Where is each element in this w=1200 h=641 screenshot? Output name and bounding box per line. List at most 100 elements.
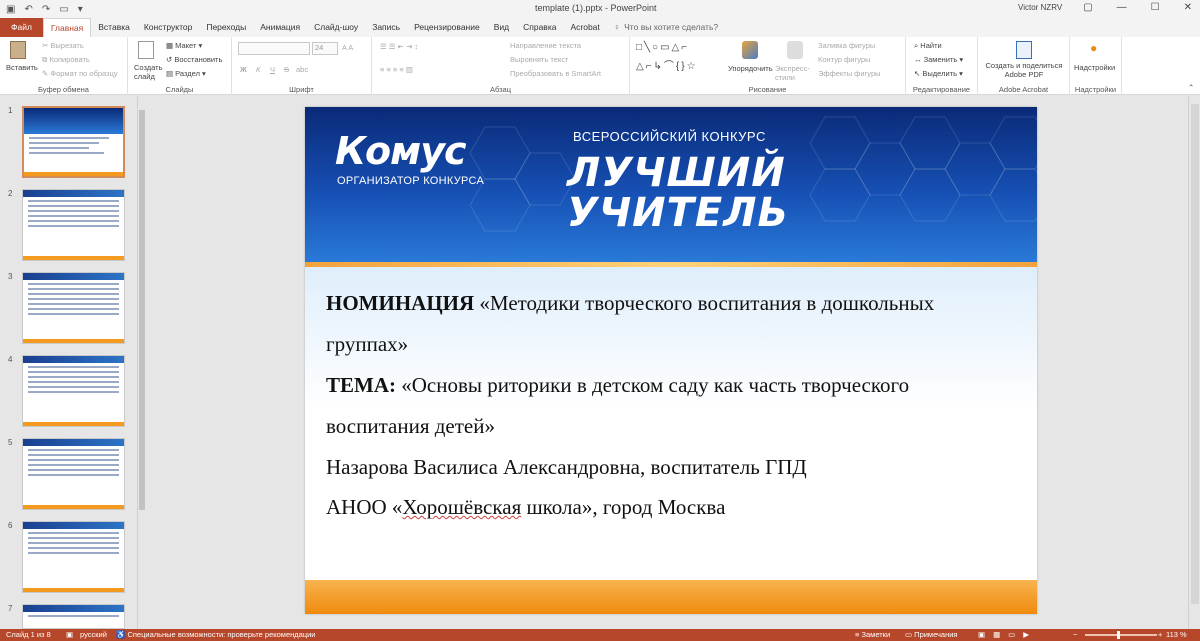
canvas-scrollbar[interactable] (1188, 96, 1200, 629)
italic-button[interactable]: К (256, 65, 260, 74)
shapes-gallery-row2[interactable]: △⌐↳⌒{}☆ (636, 57, 698, 72)
slide-thumbnail-7[interactable] (22, 604, 125, 629)
zoom-level[interactable]: 113 % (1166, 630, 1187, 639)
text-direction-button[interactable]: Направление текста (510, 41, 581, 50)
cut-button[interactable]: ✂ Вырезать (42, 41, 84, 50)
organization-line[interactable]: АНОО «Хорошёвская школа», город Москва (326, 495, 725, 520)
close-icon[interactable]: ✕ (1184, 2, 1192, 13)
grow-font-icon[interactable]: A A (342, 43, 353, 52)
arrange-button[interactable]: Упорядочить (728, 64, 773, 73)
shadow-button[interactable]: abc (296, 65, 308, 74)
tab-home[interactable]: Главная (42, 17, 92, 38)
thumbnail-number: 7 (8, 604, 13, 613)
bold-button[interactable]: Ж (240, 65, 247, 74)
shapes-gallery[interactable]: □╲○▭△⌐ (636, 42, 689, 53)
underline-button[interactable]: Ч (270, 65, 275, 74)
new-slide-icon[interactable] (138, 41, 154, 59)
arrange-icon[interactable] (742, 41, 758, 59)
slide-thumbnail-1[interactable] (22, 106, 125, 178)
create-pdf-button[interactable]: Создать и поделиться Adobe PDF (984, 61, 1064, 79)
quick-styles-icon[interactable] (787, 41, 803, 59)
minimize-icon[interactable]: — (1117, 2, 1127, 13)
zoom-out-icon[interactable]: − (1073, 630, 1077, 639)
slide-thumbnail-6[interactable] (22, 521, 125, 593)
slide-counter[interactable]: Слайд 1 из 8 (6, 630, 51, 639)
shape-outline-button[interactable]: Контур фигуры (818, 55, 870, 64)
tab-review[interactable]: Рецензирование (407, 18, 487, 37)
shape-effects-button[interactable]: Эффекты фигуры (818, 69, 881, 78)
nomination-line-2[interactable]: группах» (326, 332, 408, 357)
addins-icon[interactable]: ● (1090, 41, 1097, 55)
select-button[interactable]: ↖ Выделить ▾ (914, 69, 963, 78)
addins-button[interactable]: Надстройки (1074, 63, 1115, 72)
paste-button[interactable]: Вставить (6, 63, 38, 72)
comments-button[interactable]: ▭ Примечания (905, 630, 957, 639)
accessibility-status[interactable]: ♿ Специальные возможности: проверьте рек… (116, 630, 316, 639)
format-painter-button[interactable]: ✎ Формат по образцу (42, 69, 118, 78)
thumbnail-number: 3 (8, 272, 13, 281)
align-icons[interactable]: ≡ ≡ ≡ ≡ ▥ (380, 65, 413, 74)
tell-me-box[interactable]: ♀ Что вы хотите сделать? (607, 18, 725, 37)
font-name-combo[interactable] (238, 42, 310, 55)
topic-line-2[interactable]: воспитания детей» (326, 414, 495, 439)
slide-thumbnail-3[interactable] (22, 272, 125, 344)
font-size-combo[interactable]: 24 (312, 42, 338, 55)
language[interactable]: русский (80, 630, 107, 639)
zoom-in-icon[interactable]: + (1158, 630, 1162, 639)
quick-styles-button[interactable]: Экспресс-стили (775, 64, 815, 82)
redo-icon[interactable]: ↷ (42, 4, 50, 15)
tab-insert[interactable]: Вставка (91, 18, 137, 37)
contest-name-line-2: УЧИТЕЛЬ (567, 190, 789, 236)
customize-qat-icon[interactable]: ▾ (78, 4, 83, 15)
slide-thumbnail-4[interactable] (22, 355, 125, 427)
slide[interactable]: Комус ОРГАНИЗАТОР КОНКУРСА ВСЕРОССИЙСКИЙ… (305, 107, 1037, 614)
scrollbar-handle[interactable] (1191, 104, 1199, 604)
present-icon[interactable]: ▭ (59, 4, 68, 15)
thumbnails-scrollbar[interactable] (137, 96, 145, 629)
view-buttons[interactable]: ▣▦▭▶ (978, 630, 1037, 639)
tab-view[interactable]: Вид (487, 18, 516, 37)
undo-icon[interactable]: ↶ (24, 4, 32, 15)
reset-button[interactable]: ↺ Восстановить (166, 55, 222, 64)
tab-help[interactable]: Справка (516, 18, 563, 37)
find-button[interactable]: ⌕ Найти (914, 41, 942, 51)
tab-transitions[interactable]: Переходы (199, 18, 253, 37)
strike-button[interactable]: S (284, 65, 289, 74)
replace-button[interactable]: ↔ Заменить ▾ (914, 55, 963, 64)
nomination-line[interactable]: НОМИНАЦИЯ «Методики творческого воспитан… (326, 291, 934, 316)
group-label-addins: Надстройки (1074, 85, 1117, 94)
tab-design[interactable]: Конструктор (137, 18, 199, 37)
tab-file[interactable]: Файл (0, 18, 43, 37)
spellcheck-icon[interactable]: ▣ (66, 630, 73, 639)
collapse-ribbon-icon[interactable]: ⌃ (1188, 83, 1194, 92)
notes-button[interactable]: ≡ Заметки (855, 630, 890, 639)
section-button[interactable]: ▤ Раздел ▾ (166, 69, 206, 78)
tab-slideshow[interactable]: Слайд-шоу (307, 18, 365, 37)
shape-fill-button[interactable]: Заливка фигуры (818, 41, 875, 50)
paste-icon[interactable] (10, 41, 26, 59)
slide-thumbnails-pane: 1 2 3 4 5 6 7 (0, 96, 146, 629)
group-paragraph: ☰ ☰ ⇤ ⇥ ↕ ≡ ≡ ≡ ≡ ▥ Направление текста В… (372, 37, 630, 95)
ribbon-display-icon[interactable]: ▢ (1083, 2, 1092, 13)
new-slide-button[interactable]: Создать слайд (134, 63, 164, 81)
save-icon[interactable]: ▣ (6, 4, 15, 15)
zoom-slider-knob[interactable] (1117, 631, 1121, 639)
slide-thumbnail-5[interactable] (22, 438, 125, 510)
list-icons[interactable]: ☰ ☰ ⇤ ⇥ ↕ (380, 42, 418, 51)
slide-thumbnail-2[interactable] (22, 189, 125, 261)
adobe-pdf-icon[interactable] (1016, 41, 1032, 59)
author-line[interactable]: Назарова Василиса Александровна, воспита… (326, 455, 807, 480)
smartart-button[interactable]: Преобразовать в SmartArt (510, 69, 601, 78)
tab-acrobat[interactable]: Acrobat (563, 18, 606, 37)
topic-line[interactable]: ТЕМА: «Основы риторики в детском саду ка… (326, 373, 909, 398)
scrollbar-handle[interactable] (139, 110, 145, 510)
layout-button[interactable]: ▦ Макет ▾ (166, 41, 202, 50)
copy-button[interactable]: ⧉ Копировать (42, 55, 90, 65)
tab-record[interactable]: Запись (365, 18, 407, 37)
align-text-button[interactable]: Выровнять текст (510, 55, 568, 64)
maximize-icon[interactable]: ☐ (1151, 2, 1160, 13)
user-name[interactable]: Victor NZRV (1018, 3, 1062, 12)
tab-animations[interactable]: Анимация (253, 18, 307, 37)
zoom-slider[interactable] (1085, 631, 1157, 639)
thumbnail-number: 5 (8, 438, 13, 447)
